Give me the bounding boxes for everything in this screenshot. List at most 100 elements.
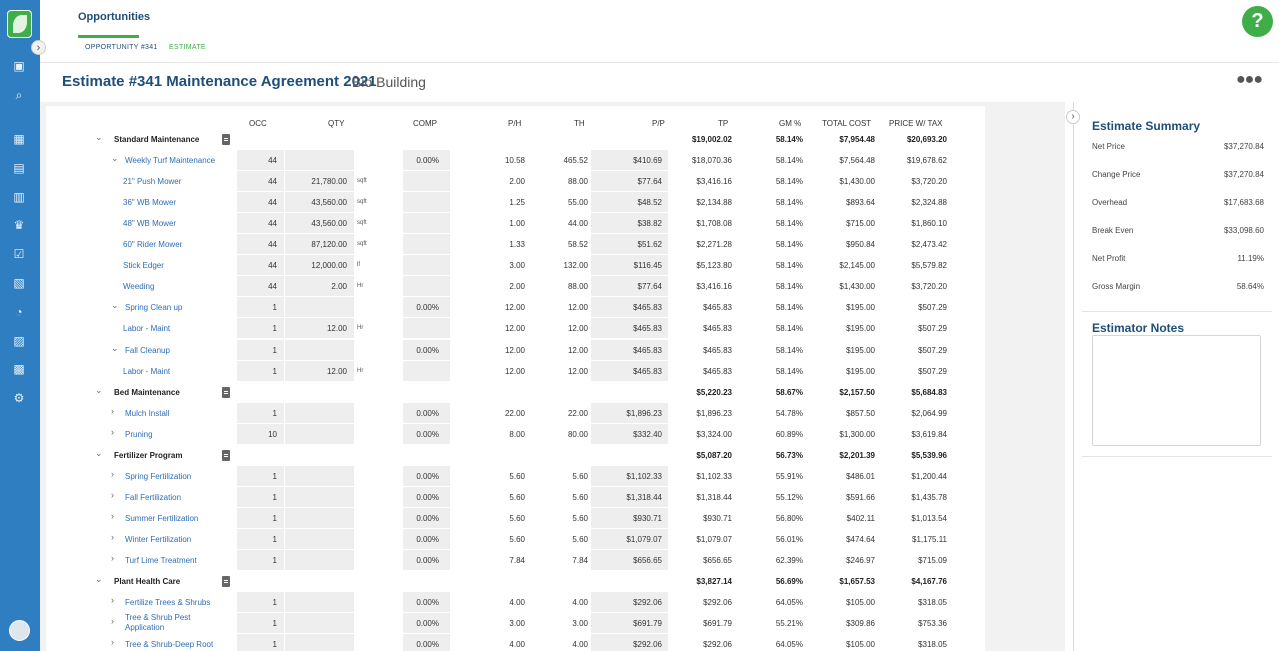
- occ-cell[interactable]: 44: [268, 198, 277, 207]
- occ-cell[interactable]: 44: [268, 282, 277, 291]
- chevron-down-icon[interactable]: ⌄: [95, 448, 103, 459]
- contacts-icon[interactable]: ▣: [12, 59, 26, 73]
- collapse-panel-icon[interactable]: ›: [1066, 110, 1080, 124]
- invoice-icon[interactable]: ▨: [12, 334, 26, 348]
- settings-user-icon[interactable]: ⚙: [12, 391, 26, 405]
- chevron-right-icon[interactable]: ›: [111, 490, 114, 500]
- document-icon[interactable]: [222, 386, 230, 398]
- chevron-down-icon[interactable]: ⌄: [95, 132, 103, 143]
- trophy-icon[interactable]: ♛: [12, 218, 26, 232]
- col-header-gm[interactable]: GM %: [779, 119, 801, 128]
- comp-cell[interactable]: 0.00%: [416, 430, 439, 439]
- tab-estimate[interactable]: ESTIMATE: [169, 44, 206, 51]
- chevron-down-icon[interactable]: ⌄: [95, 574, 103, 585]
- chevron-right-icon[interactable]: ›: [111, 595, 114, 605]
- qty-cell[interactable]: 12.00: [327, 324, 347, 333]
- col-header-tp[interactable]: TP: [718, 119, 728, 128]
- occ-cell[interactable]: 10: [268, 430, 277, 439]
- occ-cell[interactable]: 1: [273, 367, 277, 376]
- comp-cell[interactable]: 0.00%: [416, 556, 439, 565]
- row-label-link[interactable]: Fall Cleanup: [125, 346, 170, 355]
- col-header-comp[interactable]: COMP: [413, 119, 437, 128]
- occ-cell[interactable]: 1: [273, 324, 277, 333]
- comp-cell[interactable]: 0.00%: [416, 619, 439, 628]
- row-label-link[interactable]: Turf Lime Treatment: [125, 556, 197, 565]
- col-header-pp[interactable]: P/P: [652, 119, 665, 128]
- row-label-link[interactable]: Spring Clean up: [125, 303, 182, 312]
- occ-cell[interactable]: 1: [273, 535, 277, 544]
- chevron-right-icon[interactable]: ›: [111, 469, 114, 479]
- row-label-link[interactable]: Fertilize Trees & Shrubs: [125, 598, 210, 607]
- row-label-link[interactable]: 36" WB Mower: [123, 198, 176, 207]
- occ-cell[interactable]: 44: [268, 177, 277, 186]
- chevron-right-icon[interactable]: ›: [111, 427, 114, 437]
- occ-cell[interactable]: 44: [268, 156, 277, 165]
- search-icon[interactable]: ⌕: [12, 88, 26, 102]
- row-label-link[interactable]: Weekly Turf Maintenance: [125, 156, 215, 165]
- occ-cell[interactable]: 1: [273, 514, 277, 523]
- occ-cell[interactable]: 1: [273, 346, 277, 355]
- occ-cell[interactable]: 1: [273, 640, 277, 649]
- row-label-link[interactable]: Tree & Shrub Pest Application: [125, 613, 205, 633]
- comp-cell[interactable]: 0.00%: [416, 156, 439, 165]
- avatar[interactable]: [9, 620, 30, 641]
- chevron-right-icon[interactable]: ›: [111, 616, 114, 626]
- chevron-right-icon[interactable]: ›: [111, 511, 114, 521]
- row-label-link[interactable]: 21" Push Mower: [123, 177, 181, 186]
- document-icon[interactable]: [222, 449, 230, 461]
- comp-cell[interactable]: 0.00%: [416, 409, 439, 418]
- col-header-total-cost[interactable]: TOTAL COST: [822, 119, 871, 128]
- row-label-link[interactable]: Pruning: [125, 430, 153, 439]
- estimator-notes-input[interactable]: [1092, 335, 1261, 446]
- row-label-link[interactable]: Labor - Maint: [123, 367, 170, 376]
- occ-cell[interactable]: 44: [268, 219, 277, 228]
- comp-cell[interactable]: 0.00%: [416, 303, 439, 312]
- comp-cell[interactable]: 0.00%: [416, 472, 439, 481]
- chevron-down-icon[interactable]: ⌄: [111, 343, 119, 354]
- chevron-right-icon[interactable]: ›: [111, 532, 114, 542]
- checklist-icon[interactable]: ☑: [12, 247, 26, 261]
- qty-cell[interactable]: 12,000.00: [311, 261, 347, 270]
- row-label-link[interactable]: 60" Rider Mower: [123, 240, 182, 249]
- qty-cell[interactable]: 43,560.00: [311, 198, 347, 207]
- tab-opportunity[interactable]: OPPORTUNITY #341: [85, 44, 158, 51]
- chevron-down-icon[interactable]: ⌄: [95, 385, 103, 396]
- occ-cell[interactable]: 44: [268, 240, 277, 249]
- comp-cell[interactable]: 0.00%: [416, 598, 439, 607]
- row-label-link[interactable]: Fall Fertilization: [125, 493, 181, 502]
- qty-cell[interactable]: 87,120.00: [311, 240, 347, 249]
- occ-cell[interactable]: 1: [273, 472, 277, 481]
- occ-cell[interactable]: 1: [273, 303, 277, 312]
- occ-cell[interactable]: 1: [273, 409, 277, 418]
- qty-cell[interactable]: 2.00: [331, 282, 347, 291]
- occ-cell[interactable]: 1: [273, 556, 277, 565]
- qty-cell[interactable]: 43,560.00: [311, 219, 347, 228]
- row-label-link[interactable]: Spring Fertilization: [125, 472, 191, 481]
- row-label-link[interactable]: Stick Edger: [123, 261, 164, 270]
- module-title[interactable]: Opportunities: [78, 11, 150, 23]
- storefront-icon[interactable]: ▩: [12, 362, 26, 376]
- occ-cell[interactable]: 1: [273, 619, 277, 628]
- calendar-icon[interactable]: ▦: [12, 132, 26, 146]
- col-header-th[interactable]: TH: [574, 119, 585, 128]
- qty-cell[interactable]: 21,780.00: [311, 177, 347, 186]
- clipboard-icon[interactable]: ▧: [12, 276, 26, 290]
- comp-cell[interactable]: 0.00%: [416, 514, 439, 523]
- more-options-icon[interactable]: ●●●: [1236, 71, 1263, 89]
- chart-icon[interactable]: ▥: [12, 190, 26, 204]
- row-label-link[interactable]: Mulch Install: [125, 409, 169, 418]
- chevron-down-icon[interactable]: ⌄: [111, 153, 119, 164]
- chevron-right-icon[interactable]: ›: [111, 553, 114, 563]
- occ-cell[interactable]: 1: [273, 598, 277, 607]
- chevron-right-icon[interactable]: ›: [111, 406, 114, 416]
- col-header-ph[interactable]: P/H: [508, 119, 521, 128]
- col-header-occ[interactable]: OCC: [249, 119, 267, 128]
- comp-cell[interactable]: 0.00%: [416, 535, 439, 544]
- comp-cell[interactable]: 0.00%: [416, 493, 439, 502]
- qty-cell[interactable]: 12.00: [327, 367, 347, 376]
- pie-icon[interactable]: ◔: [12, 305, 26, 319]
- col-header-qty[interactable]: QTY: [328, 119, 344, 128]
- chevron-right-icon[interactable]: ›: [111, 637, 114, 647]
- row-label-link[interactable]: Labor - Maint: [123, 324, 170, 333]
- document-icon[interactable]: [222, 576, 230, 588]
